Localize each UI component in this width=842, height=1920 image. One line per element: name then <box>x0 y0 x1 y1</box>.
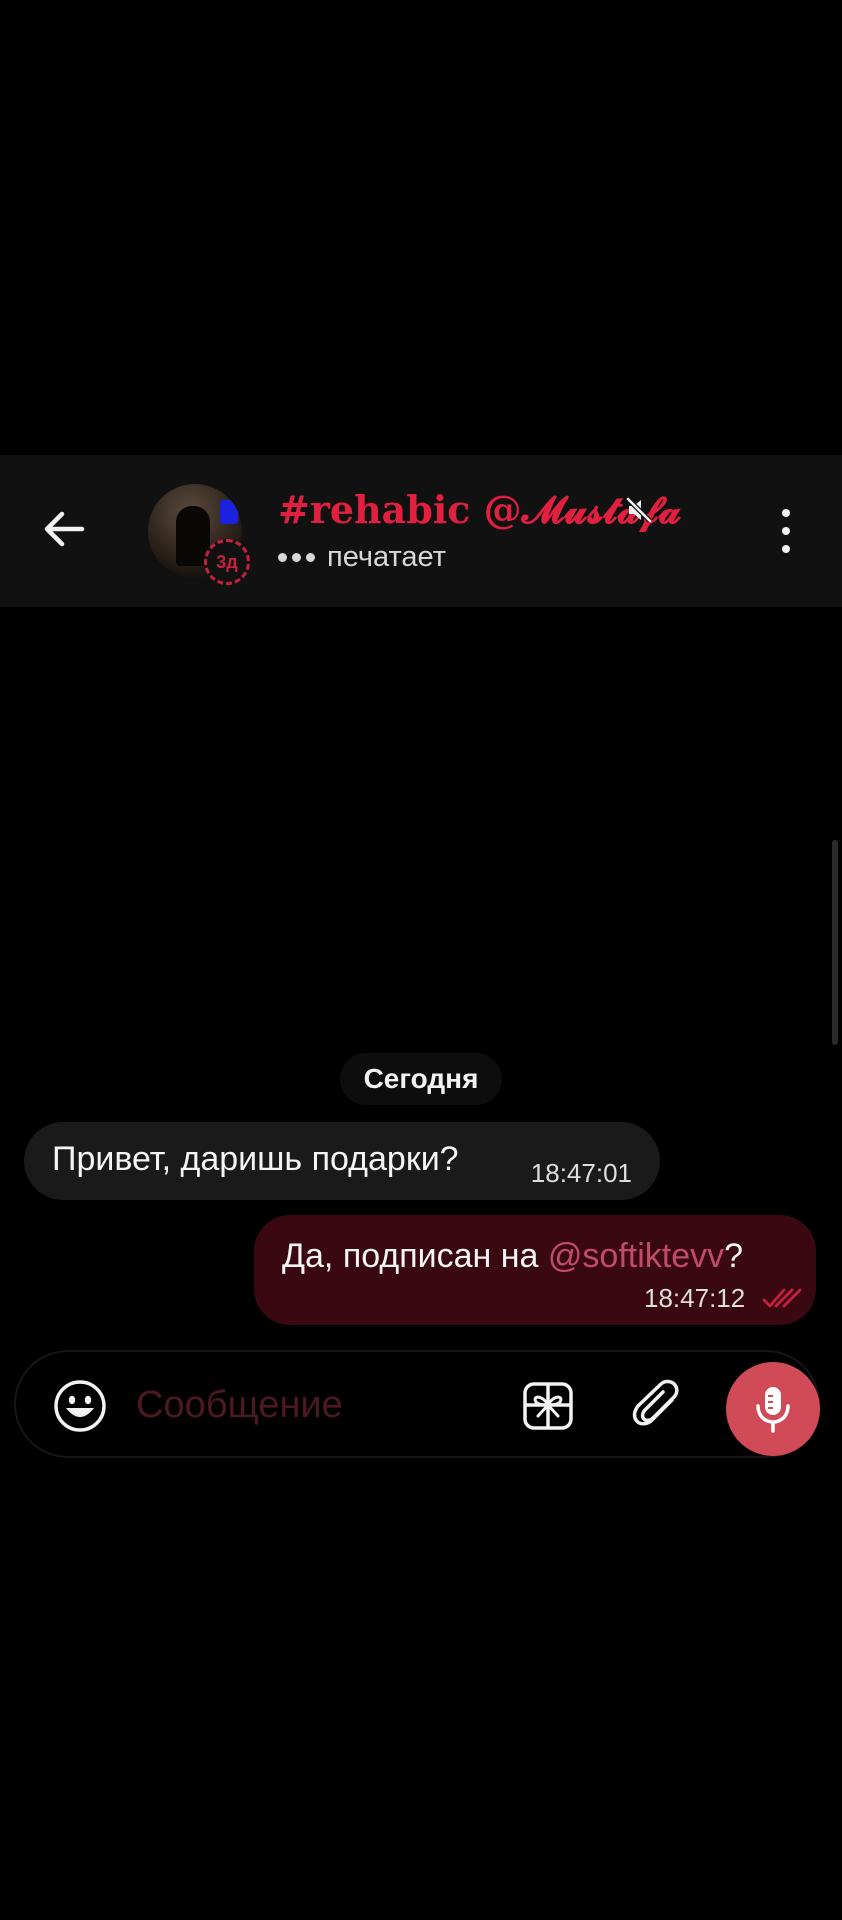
smiley-icon[interactable] <box>52 1378 108 1434</box>
arrow-left-icon <box>44 511 85 547</box>
gift-icon[interactable] <box>520 1378 576 1434</box>
avatar-light <box>220 500 238 524</box>
double-check-icon <box>762 1288 802 1308</box>
record-voice-button[interactable] <box>726 1362 820 1456</box>
outgoing-message[interactable]: Да, подписан на @softiktevv? 18:47:12 <box>254 1215 816 1325</box>
back-button[interactable] <box>36 501 92 557</box>
date-separator: Сегодня <box>340 1053 502 1105</box>
story-badge[interactable]: 3д <box>204 539 250 585</box>
message-time: 18:47:01 <box>530 1158 632 1188</box>
message-text: Да, подписан на @softiktevv? <box>282 1237 743 1276</box>
mention-link[interactable]: @softiktevv <box>548 1237 724 1275</box>
typing-status: печатает <box>278 539 446 575</box>
message-time: 18:47:12 <box>644 1283 746 1313</box>
more-vertical-icon[interactable] <box>768 503 804 559</box>
message-input[interactable] <box>136 1374 506 1436</box>
chat-screen: 3д #rehabic @𝓜𝓾𝓼𝓽𝓪𝓯𝓪 печатает Сегодня Пр… <box>0 0 842 1920</box>
paperclip-icon[interactable] <box>630 1378 686 1434</box>
message-text: Привет, даришь подарки? <box>52 1140 459 1178</box>
chat-title[interactable]: #rehabic @𝓜𝓾𝓼𝓽𝓪𝓯𝓪 <box>278 487 681 533</box>
status-text: печатает <box>327 540 447 573</box>
chat-header: 3д #rehabic @𝓜𝓾𝓼𝓽𝓪𝓯𝓪 печатает <box>0 455 842 607</box>
message-text-after: ? <box>724 1237 744 1275</box>
incoming-message[interactable]: Привет, даришь подарки? 18:47:01 <box>24 1122 660 1200</box>
typing-dots-icon <box>278 552 315 562</box>
microphone-icon <box>756 1387 790 1433</box>
message-composer <box>14 1350 820 1458</box>
muted-speaker-icon <box>626 497 652 523</box>
message-text-before: Да, подписан на <box>282 1237 548 1275</box>
scrollbar[interactable] <box>832 840 838 1045</box>
